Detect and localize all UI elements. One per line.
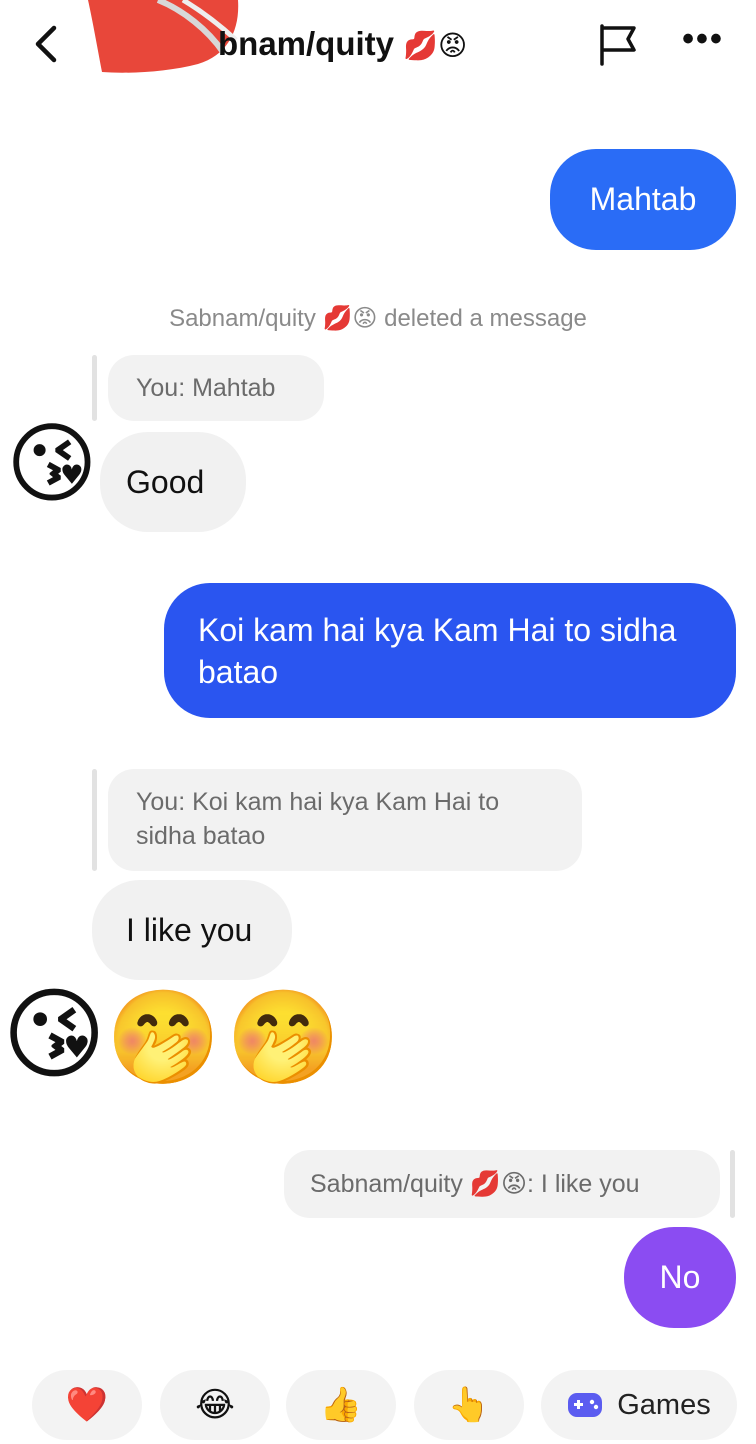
system-user-emojis: 💋😡 <box>322 305 378 332</box>
reply-quote[interactable]: You: Koi kam hai kya Kam Hai to sidha ba… <box>108 769 582 871</box>
reply-bar <box>92 769 97 871</box>
message-text: No <box>659 1259 701 1295</box>
incoming-message[interactable]: Good <box>100 432 246 532</box>
outgoing-message[interactable]: No <box>624 1227 736 1328</box>
quick-reply-point[interactable]: 👆 <box>414 1370 524 1440</box>
point-up-icon: 👆 <box>447 1386 491 1424</box>
emoji-message[interactable]: 🤭 <box>226 992 341 1084</box>
sender-avatar-emoji[interactable]: 😘 <box>6 420 98 508</box>
quick-reply-laugh[interactable]: 😂 <box>160 1370 270 1440</box>
system-message: Sabnam/quity 💋😡 deleted a message <box>0 304 756 333</box>
reply-text: : I like you <box>527 1170 640 1198</box>
games-label: Games <box>617 1388 711 1421</box>
chevron-left-icon[interactable] <box>26 22 66 66</box>
reply-user-name: Sabnam/quity <box>310 1170 463 1198</box>
message-text: I like you <box>126 911 253 948</box>
reply-bar <box>730 1150 735 1218</box>
system-text: deleted a message <box>384 305 587 332</box>
emoji-message[interactable]: 🤭 <box>106 992 221 1084</box>
thumbs-up-icon: 👍 <box>319 1386 363 1424</box>
chat-title-emojis: 💋😡 <box>403 30 468 61</box>
quick-reply-heart[interactable]: ❤️ <box>32 1370 142 1440</box>
quick-reply-thumbs-up[interactable]: 👍 <box>286 1370 396 1440</box>
emoji-message[interactable]: 😘 <box>2 985 106 1085</box>
system-user-name: Sabnam/quity <box>169 305 316 332</box>
heart-icon: ❤️ <box>65 1386 109 1424</box>
message-text: Good <box>126 463 205 500</box>
reply-user-emojis: 💋😡 <box>469 1170 528 1198</box>
reply-quote[interactable]: You: Mahtab <box>108 355 324 421</box>
message-text: Koi kam hai kya Kam Hai to sidha batao <box>198 611 677 690</box>
chat-title[interactable]: bnam/quity 💋😡 <box>218 22 467 68</box>
outgoing-message[interactable]: Koi kam hai kya Kam Hai to sidha batao <box>164 583 736 718</box>
game-controller-icon <box>568 1393 603 1417</box>
message-text: Mahtab <box>589 181 697 217</box>
incoming-message[interactable]: I like you <box>92 880 292 980</box>
games-button[interactable]: Games <box>541 1370 737 1440</box>
reply-bar <box>92 355 97 421</box>
flag-icon[interactable] <box>594 20 642 68</box>
laugh-icon: 😂 <box>195 1386 235 1424</box>
outgoing-message[interactable]: Mahtab <box>550 149 736 250</box>
more-horizontal-icon[interactable]: ••• <box>676 22 730 64</box>
reply-quote[interactable]: Sabnam/quity 💋😡: I like you <box>284 1150 720 1218</box>
chat-title-name: bnam/quity <box>218 25 395 62</box>
